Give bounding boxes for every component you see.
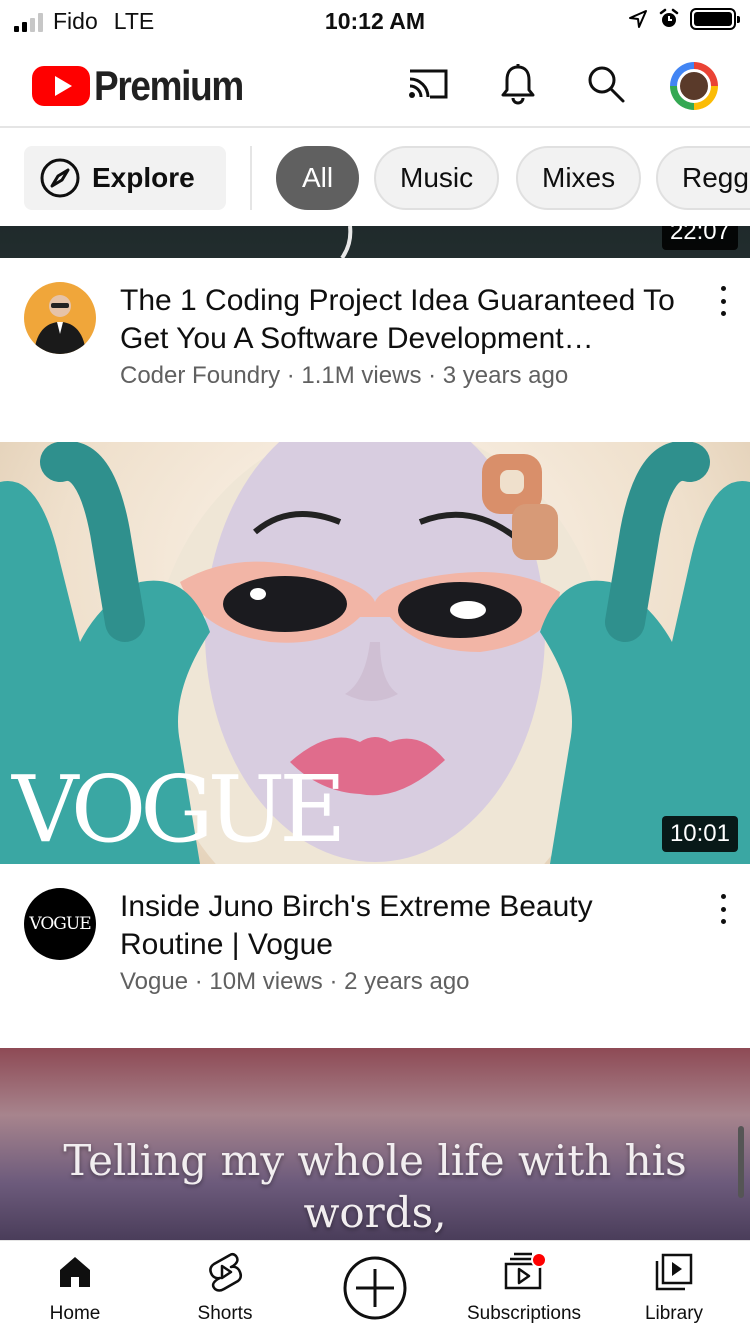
explore-label: Explore <box>92 162 195 193</box>
video-duration: 22:07 <box>661 226 738 250</box>
status-right <box>628 8 740 30</box>
nav-shorts[interactable]: Shorts <box>170 1241 280 1334</box>
video-title[interactable]: The 1 Coding Project Idea Guaranteed To … <box>120 282 690 358</box>
scroll-indicator[interactable] <box>738 1126 744 1198</box>
video-thumbnail[interactable]: Telling my whole life with his words, <box>0 1048 750 1240</box>
thumbnail-caption-line-1: Telling my whole life with his <box>63 1136 687 1185</box>
channel-avatar[interactable]: VOGUE <box>24 888 96 960</box>
video-meta: Coder Foundry · 1.1M views · 3 years ago <box>120 362 569 389</box>
create-button[interactable] <box>340 1241 410 1334</box>
filter-chips-bar: Explore All Music Mixes Regga <box>0 130 750 226</box>
vogue-wordmark: VOGUE <box>12 756 346 863</box>
nav-home-label: Home <box>49 1303 101 1324</box>
account-avatar[interactable] <box>670 62 718 110</box>
nav-subscriptions[interactable]: Subscriptions <box>454 1241 594 1334</box>
alarm-icon <box>659 8 679 27</box>
more-options-icon[interactable] <box>716 286 730 316</box>
subscriptions-icon <box>502 1241 546 1303</box>
bottom-navigation: Home Shorts Subscriptions Library <box>0 1240 750 1334</box>
video-info[interactable]: VOGUE Inside Juno Birch's Extreme Beauty… <box>0 864 750 1048</box>
channel-avatar[interactable] <box>24 282 96 354</box>
youtube-play-icon <box>32 66 90 106</box>
home-icon <box>57 1241 93 1303</box>
video-thumbnail[interactable]: 22:07 <box>0 226 750 258</box>
chip-divider <box>250 146 252 210</box>
compass-icon <box>40 158 80 198</box>
nav-home[interactable]: Home <box>20 1241 130 1334</box>
chip-reggae[interactable]: Regga <box>656 146 750 210</box>
chip-music[interactable]: Music <box>374 146 500 210</box>
video-info[interactable]: The 1 Coding Project Idea Guaranteed To … <box>0 258 750 442</box>
video-thumbnail[interactable]: VOGUE 10:01 <box>0 442 750 864</box>
video-title[interactable]: Inside Juno Birch's Extreme Beauty Routi… <box>120 888 690 964</box>
nav-library[interactable]: Library <box>624 1241 724 1334</box>
chip-mixes[interactable]: Mixes <box>516 146 642 210</box>
battery-icon <box>690 8 740 30</box>
library-icon <box>654 1241 694 1303</box>
logo-text: Premium <box>94 62 244 109</box>
video-meta: Vogue · 10M views · 2 years ago <box>120 968 470 995</box>
location-arrow-icon <box>629 10 647 28</box>
thumbnail-caption-line-2: words, <box>303 1188 447 1237</box>
nav-subscriptions-label: Subscriptions <box>466 1303 582 1324</box>
app-header: Premium <box>0 42 750 128</box>
cast-icon[interactable] <box>406 62 450 106</box>
shorts-icon <box>206 1241 244 1303</box>
nav-shorts-label: Shorts <box>197 1303 253 1324</box>
more-options-icon[interactable] <box>716 894 730 924</box>
explore-button[interactable]: Explore <box>24 146 226 210</box>
video-duration: 10:01 <box>661 816 738 852</box>
nav-library-label: Library <box>644 1303 704 1324</box>
status-bar: Fido LTE 10:12 AM <box>0 0 750 42</box>
channel-avatar-text: VOGUE <box>29 914 91 934</box>
add-icon <box>342 1241 408 1334</box>
search-icon[interactable] <box>584 62 628 106</box>
youtube-premium-logo[interactable]: Premium <box>32 62 263 110</box>
notifications-bell-icon[interactable] <box>496 62 540 106</box>
chip-all[interactable]: All <box>276 146 360 210</box>
